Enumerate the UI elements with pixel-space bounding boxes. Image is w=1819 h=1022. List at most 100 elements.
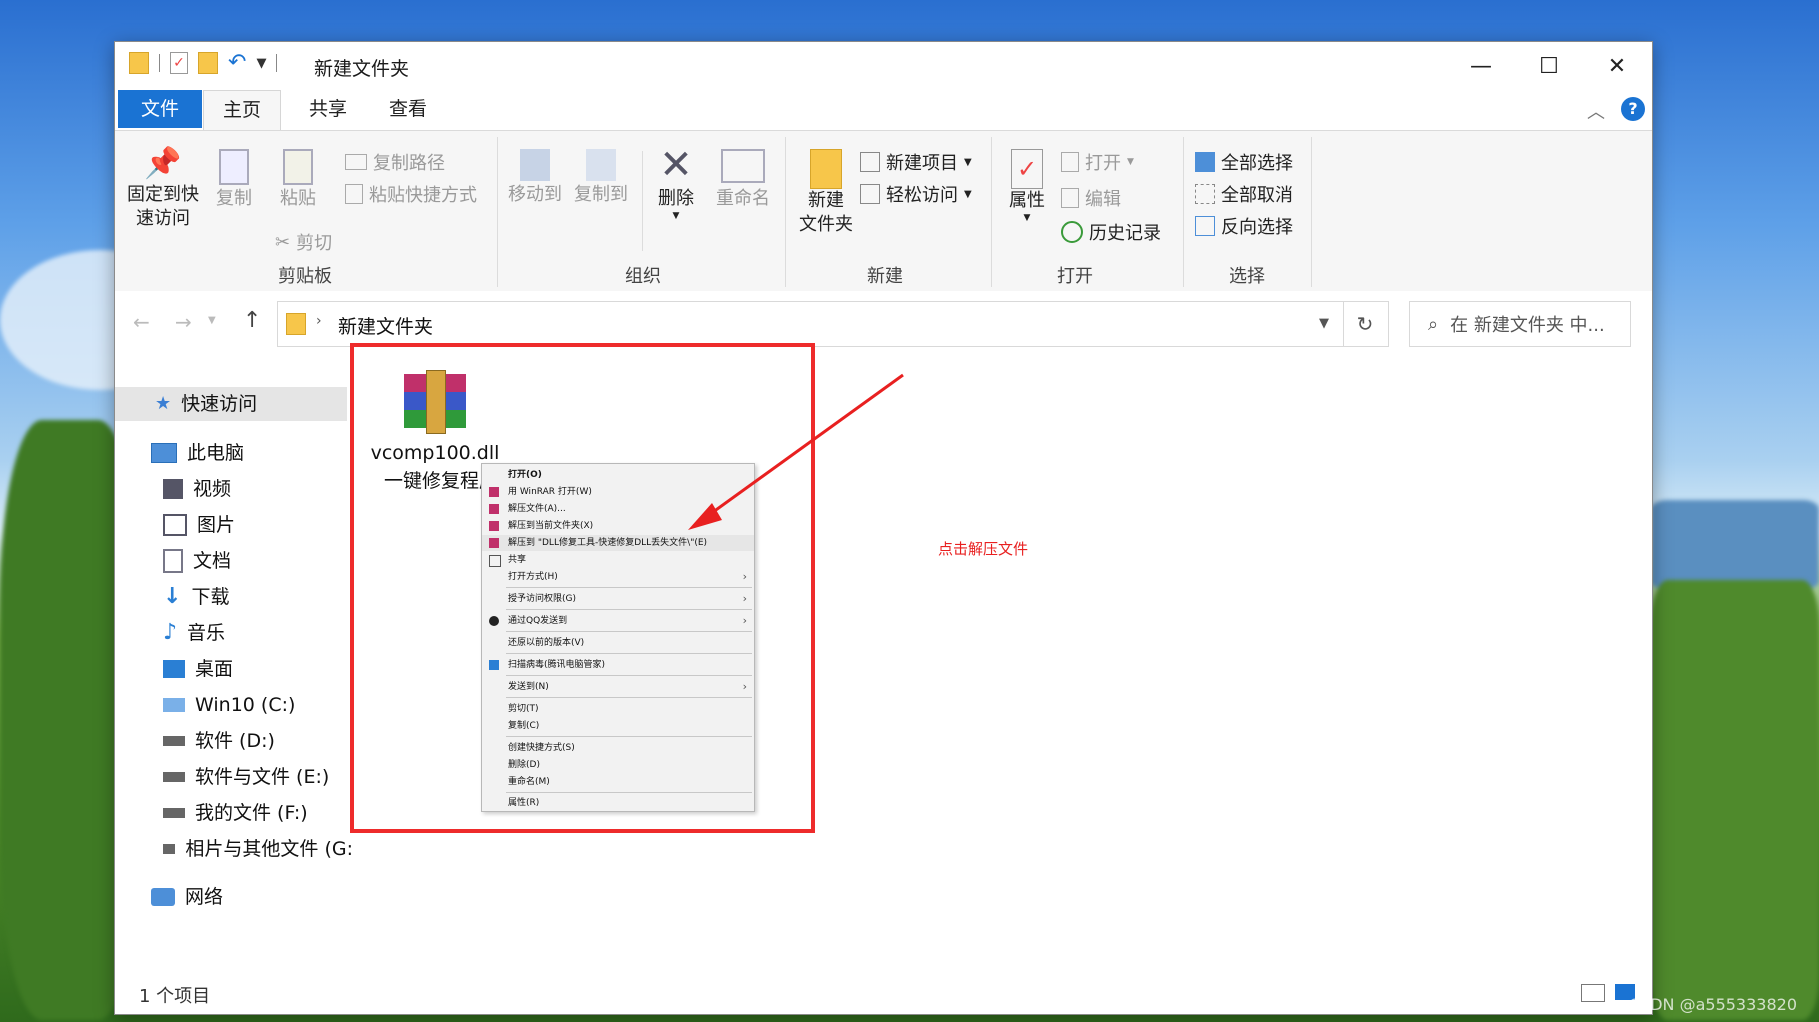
chevron-right-icon: ›: [742, 570, 747, 583]
address-dropdown-icon[interactable]: ▼: [1319, 316, 1329, 331]
forward-arrow-icon[interactable]: →: [175, 310, 192, 334]
menu-item-open[interactable]: 打开(O): [482, 467, 754, 483]
nav-item-desktop[interactable]: 桌面: [163, 652, 233, 686]
nav-item-drive-c[interactable]: Win10 (C:): [163, 688, 295, 722]
new-folder-button[interactable]: 新建 文件夹: [793, 145, 859, 237]
menu-item-send-qq[interactable]: 通过QQ发送到 ›: [482, 613, 754, 629]
menu-item-extract-here[interactable]: 解压到当前文件夹(X): [482, 518, 754, 534]
menu-item-create-shortcut[interactable]: 创建快捷方式(S): [482, 740, 754, 756]
details-view-icon[interactable]: [1581, 984, 1605, 1002]
menu-item-open-with[interactable]: 打开方式(H) ›: [482, 569, 754, 585]
nav-item-drive-g[interactable]: 相片与其他文件 (G:: [163, 832, 353, 866]
menu-item-copy[interactable]: 复制(C): [482, 718, 754, 734]
rename-label: 重命名: [716, 188, 770, 209]
nav-item-drive-e[interactable]: 软件与文件 (E:): [163, 760, 329, 794]
nav-label: 软件与文件 (E:): [195, 766, 330, 788]
tab-home[interactable]: 主页: [203, 90, 281, 130]
nav-label: 视频: [193, 478, 232, 500]
menu-item-extract-to[interactable]: 解压到 "DLL修复工具-快速修复DLL丢失文件\"(E): [482, 535, 754, 551]
properties-check-icon[interactable]: ✓: [170, 52, 188, 74]
desktop-icon: [163, 660, 185, 678]
menu-separator: [506, 631, 752, 632]
copy-path-button[interactable]: 复制路径: [345, 149, 445, 175]
chevron-down-icon[interactable]: ▼: [256, 56, 266, 71]
menu-item-properties[interactable]: 属性(R): [482, 795, 754, 811]
windows-drive-icon: [163, 698, 185, 712]
menu-item-rename[interactable]: 重命名(M): [482, 774, 754, 790]
nav-item-drive-f[interactable]: 我的文件 (F:): [163, 796, 308, 830]
navigation-pane: ★ 快速访问 此电脑 视频 图片 文档 ↓ 下载 ♪ 音乐 桌面 Win10 (…: [115, 371, 353, 981]
recent-chevron-icon[interactable]: ▼: [208, 315, 216, 326]
rename-button[interactable]: 重命名: [711, 145, 775, 211]
menu-item-cut[interactable]: 剪切(T): [482, 701, 754, 717]
nav-item-pictures[interactable]: 图片: [163, 508, 235, 542]
new-folder-icon[interactable]: [198, 52, 218, 74]
history-button[interactable]: 历史记录: [1061, 219, 1161, 245]
maximize-button[interactable]: ☐: [1515, 42, 1583, 90]
menu-label: 通过QQ发送到: [508, 616, 568, 626]
easy-access-button[interactable]: 轻松访问 ▼: [860, 181, 972, 207]
open-button[interactable]: 打开 ▼: [1061, 149, 1134, 175]
select-none-button[interactable]: 全部取消: [1195, 181, 1293, 207]
cut-button[interactable]: ✂ 剪切: [275, 229, 332, 255]
select-group-label: 选择: [1229, 266, 1265, 287]
paste-shortcut-button[interactable]: 粘贴快捷方式: [345, 181, 477, 207]
annotation-text: 点击解压文件: [938, 540, 1029, 558]
address-bar[interactable]: › 新建文件夹 ▼: [277, 301, 1344, 347]
paste-button[interactable]: 粘贴: [273, 145, 323, 211]
select-all-button[interactable]: 全部选择: [1195, 149, 1293, 175]
menu-label: 还原以前的版本(V): [508, 638, 585, 648]
shield-icon: [489, 660, 499, 670]
copy-button[interactable]: 复制: [209, 145, 259, 211]
collapse-ribbon-icon[interactable]: ︿: [1587, 98, 1605, 124]
winrar-icon: [489, 504, 499, 514]
nav-item-this-pc[interactable]: 此电脑: [151, 436, 244, 470]
refresh-button[interactable]: ↻: [1342, 301, 1389, 347]
menu-label: 属性(R): [508, 798, 540, 808]
undo-icon[interactable]: ↶: [228, 52, 246, 74]
invert-selection-button[interactable]: 反向选择: [1195, 213, 1293, 239]
help-icon[interactable]: ?: [1621, 97, 1645, 121]
scissors-icon: ✂: [275, 231, 291, 253]
up-arrow-icon[interactable]: ↑: [243, 308, 261, 333]
status-bar: 1 个项目: [115, 972, 1652, 1012]
nav-item-downloads[interactable]: ↓ 下载: [163, 580, 229, 614]
pin-quick-access-button[interactable]: 📌 固定到快 速访问: [125, 145, 201, 231]
move-to-button[interactable]: 移动到: [505, 145, 565, 207]
chevron-down-icon: ▼: [1127, 157, 1134, 167]
copy-to-label: 复制到: [574, 184, 628, 205]
nav-item-quick-access[interactable]: ★ 快速访问: [115, 387, 347, 421]
tab-share[interactable]: 共享: [293, 90, 363, 128]
menu-label: 用 WinRAR 打开(W): [508, 487, 592, 497]
search-icon: ⌕: [1428, 313, 1439, 335]
nav-item-documents[interactable]: 文档: [163, 544, 231, 578]
search-input[interactable]: ⌕ 在 新建文件夹 中...: [1409, 301, 1631, 347]
computer-icon: [151, 443, 177, 463]
back-arrow-icon[interactable]: ←: [133, 310, 150, 334]
new-item-label: 新建项目: [886, 153, 958, 174]
edit-button[interactable]: 编辑: [1061, 185, 1121, 211]
menu-item-give-access[interactable]: 授予访问权限(G) ›: [482, 591, 754, 607]
delete-button[interactable]: ✕ 删除 ▼: [651, 143, 701, 221]
menu-item-delete[interactable]: 删除(D): [482, 757, 754, 773]
nav-label: 音乐: [187, 622, 226, 644]
nav-item-network[interactable]: 网络: [151, 880, 223, 914]
menu-item-extract-files[interactable]: 解压文件(A)...: [482, 501, 754, 517]
breadcrumb[interactable]: 新建文件夹: [338, 312, 433, 339]
properties-button[interactable]: ✓ 属性 ▼: [1001, 145, 1053, 223]
search-placeholder: 在 新建文件夹 中...: [1450, 315, 1605, 336]
nav-item-drive-d[interactable]: 软件 (D:): [163, 724, 275, 758]
tab-view[interactable]: 查看: [373, 90, 443, 128]
minimize-button[interactable]: —: [1447, 42, 1515, 90]
menu-item-send-to[interactable]: 发送到(N) ›: [482, 679, 754, 695]
nav-item-videos[interactable]: 视频: [163, 472, 231, 506]
menu-item-scan[interactable]: 扫描病毒(腾讯电脑管家): [482, 657, 754, 673]
menu-item-open-winrar[interactable]: 用 WinRAR 打开(W): [482, 484, 754, 500]
tab-file[interactable]: 文件: [118, 90, 202, 128]
new-item-button[interactable]: 新建项目 ▼: [860, 149, 972, 175]
menu-item-share[interactable]: 共享: [482, 552, 754, 568]
close-button[interactable]: ✕: [1583, 42, 1651, 90]
nav-item-music[interactable]: ♪ 音乐: [163, 616, 225, 650]
copy-to-button[interactable]: 复制到: [571, 145, 631, 207]
menu-item-restore[interactable]: 还原以前的版本(V): [482, 635, 754, 651]
